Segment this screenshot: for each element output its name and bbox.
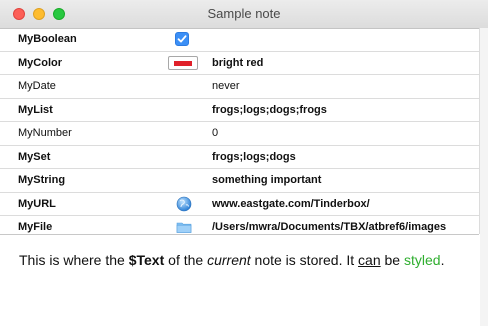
note-text-pane[interactable]: This is where the $Text of the current n… [0,234,479,327]
myboolean-checkbox[interactable] [175,32,189,46]
attribute-value[interactable]: something important [212,174,321,186]
attribute-name: MyDate [18,80,56,92]
attribute-name: MyString [18,174,66,186]
attribute-value[interactable]: bright red [212,57,263,69]
attribute-name: MyBoolean [18,33,77,45]
window-title: Sample note [207,6,281,21]
scrollbar-track[interactable] [480,28,488,326]
attribute-row-mystring: MyString something important [0,169,479,193]
attribute-value[interactable]: 0 [212,127,218,139]
attribute-row-mydate: MyDate never [0,75,479,99]
note-text[interactable]: This is where the $Text of the current n… [19,251,459,269]
attribute-value[interactable]: never [212,80,240,92]
note-window: Sample note MyBoolean MyColor bright red [0,0,488,327]
color-swatch-fill [174,60,192,66]
globe-icon[interactable] [176,196,192,212]
attribute-row-mycolor: MyColor bright red [0,52,479,75]
color-swatch[interactable] [168,55,198,70]
attribute-name: MySet [18,150,51,163]
attribute-row-mylist: MyList frogs;logs;dogs;frogs [0,99,479,122]
attribute-name: MyList [18,103,53,116]
attribute-value[interactable]: frogs;logs;dogs [212,151,296,163]
attribute-name: MyURL [18,197,56,210]
attribute-value[interactable]: /Users/mwra/Documents/TBX/atbref6/images [212,221,446,233]
title-bar: Sample note [0,0,488,29]
attribute-name: MyColor [18,56,62,69]
attribute-value[interactable]: www.eastgate.com/Tinderbox/ [212,198,370,210]
boolean-control [168,30,198,48]
attribute-table: MyBoolean MyColor bright red MyDate neve… [0,28,479,240]
folder-icon[interactable] [176,219,192,235]
color-control [168,54,198,72]
attribute-value[interactable]: frogs;logs;dogs;frogs [212,104,327,116]
attribute-row-myset: MySet frogs;logs;dogs [0,146,479,169]
url-control [168,195,198,213]
attribute-row-mynumber: MyNumber 0 [0,122,479,146]
attribute-row-myboolean: MyBoolean [0,28,479,52]
attribute-name: MyNumber [18,127,72,139]
attribute-name: MyFile [18,221,53,233]
checkmark-icon [177,35,187,43]
attribute-row-myurl: MyURL www.eastgate.com/Tinderbox/ [0,193,479,216]
